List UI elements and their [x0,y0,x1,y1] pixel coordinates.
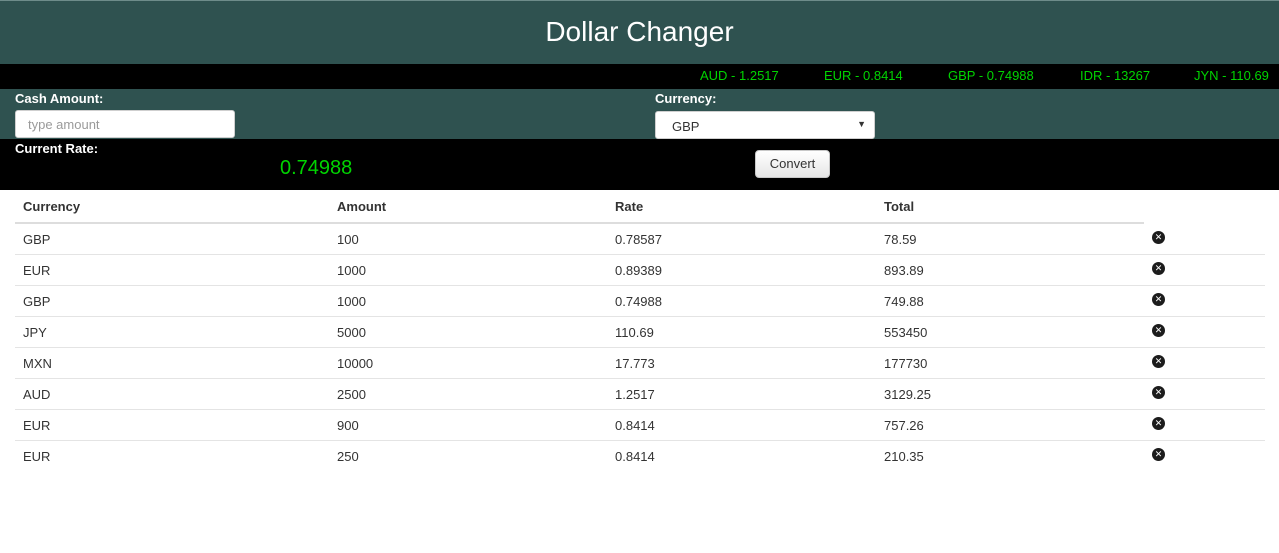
remove-circle-icon[interactable]: ✕ [1152,386,1165,399]
chevron-down-icon: ▼ [857,119,866,129]
current-rate-value: 0.74988 [280,157,353,179]
remove-circle-icon[interactable]: ✕ [1152,231,1165,244]
cell-amount: 1000 [337,263,366,278]
cash-amount-label: Cash Amount: [15,91,104,106]
header-rate: Rate [615,199,644,214]
ticker-item-aud: AUD - 1.2517 [700,68,779,83]
cell-total: 893.89 [884,263,924,278]
cell-total: 177730 [884,356,928,371]
app-header: Dollar Changer [0,0,1279,64]
rate-panel [0,139,1279,190]
cell-total: 210.35 [884,449,924,464]
table-row: MXN 10000 17.773 177730 ✕ [15,347,1265,378]
currency-select[interactable]: GBP ▼ [655,111,875,139]
cash-amount-input[interactable] [15,110,235,138]
cell-amount: 10000 [337,356,374,371]
cell-currency: JPY [23,325,47,340]
cell-total: 757.26 [884,418,924,433]
cell-currency: MXN [23,356,52,371]
remove-circle-icon[interactable]: ✕ [1152,448,1165,461]
table-row: GBP 100 0.78587 78.59 ✕ [15,224,1265,254]
table-row: AUD 2500 1.2517 3129.25 ✕ [15,378,1265,409]
cell-rate: 0.8414 [615,418,655,433]
cell-rate: 0.78587 [615,232,662,247]
table-row: EUR 900 0.8414 757.26 ✕ [15,409,1265,440]
currency-selected-value: GBP [672,119,700,134]
cell-currency: GBP [23,232,51,247]
remove-circle-icon[interactable]: ✕ [1152,293,1165,306]
table-row: JPY 5000 110.69 553450 ✕ [15,316,1265,347]
table-row: GBP 1000 0.74988 749.88 ✕ [15,285,1265,316]
remove-circle-icon[interactable]: ✕ [1152,262,1165,275]
cell-rate: 1.2517 [615,387,655,402]
cell-currency: AUD [23,387,51,402]
remove-circle-icon[interactable]: ✕ [1152,417,1165,430]
cell-amount: 100 [337,232,359,247]
cell-amount: 2500 [337,387,366,402]
cell-amount: 900 [337,418,359,433]
cell-total: 3129.25 [884,387,931,402]
cell-total: 553450 [884,325,928,340]
cell-rate: 0.74988 [615,294,662,309]
cell-total: 78.59 [884,232,917,247]
remove-circle-icon[interactable]: ✕ [1152,355,1165,368]
cell-amount: 1000 [337,294,366,309]
remove-circle-icon[interactable]: ✕ [1152,324,1165,337]
table-body: GBP 100 0.78587 78.59 ✕ EUR 1000 0.89389 893.89 ✕… [15,224,1265,471]
cell-currency: EUR [23,263,51,278]
ticker-item-jyn: JYN - 110.69 [1194,68,1269,83]
ticker-item-gbp: GBP - 0.74988 [948,68,1034,83]
cell-total: 749.88 [884,294,924,309]
cell-currency: EUR [23,418,51,433]
conversion-table: Currency Amount Rate Total GBP 100 0.78587… [15,193,1265,471]
cell-currency: GBP [23,294,51,309]
cell-rate: 110.69 [615,325,654,340]
header-total: Total [884,199,915,214]
convert-button[interactable]: Convert [755,150,830,178]
header-currency: Currency [23,199,81,214]
cell-rate: 17.773 [615,356,655,371]
rate-ticker: AUD - 1.2517 EUR - 0.8414 GBP - 0.74988 … [0,64,1279,89]
app-title: Dollar Changer [545,16,734,47]
cell-amount: 250 [337,449,359,464]
ticker-item-eur: EUR - 0.8414 [824,68,903,83]
currency-label: Currency: [655,91,717,106]
cell-rate: 0.8414 [615,449,655,464]
table-row: EUR 1000 0.89389 893.89 ✕ [15,254,1265,285]
table-header: Currency Amount Rate Total [15,193,1144,224]
header-amount: Amount [337,199,387,214]
ticker-item-idr: IDR - 13267 [1080,68,1151,83]
table-row: EUR 250 0.8414 210.35 ✕ [15,440,1265,471]
cell-rate: 0.89389 [615,263,662,278]
cell-amount: 5000 [337,325,366,340]
current-rate-label: Current Rate: [15,141,99,156]
cell-currency: EUR [23,449,51,464]
